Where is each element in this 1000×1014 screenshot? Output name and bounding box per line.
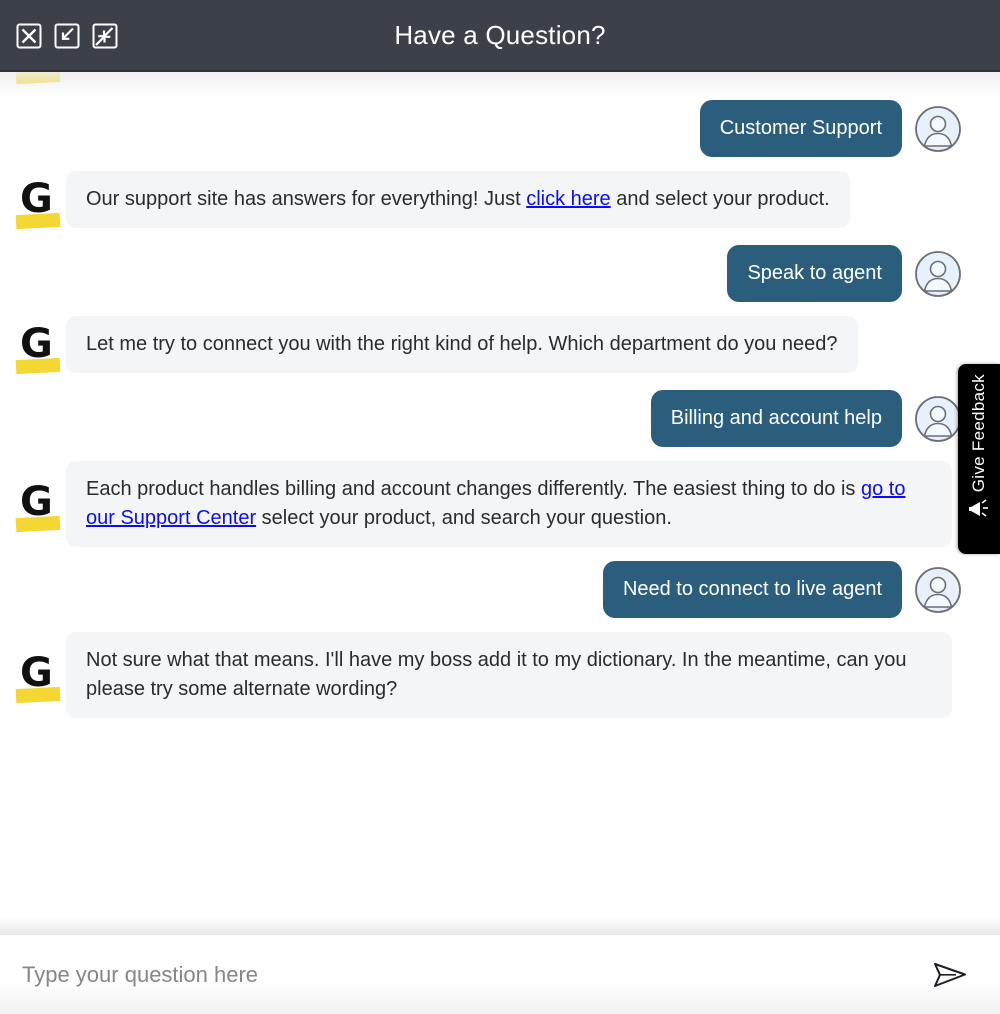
user-message-row: Need to connect to live agent (0, 561, 968, 618)
message-text: Our support site has answers for everyth… (86, 188, 526, 210)
bot-message-bubble: Not sure what that means. I'll have my b… (66, 632, 952, 718)
bot-message-row: G Each product handles billing and accoun… (0, 461, 968, 547)
bot-message-row: G Not sure what that means. I'll have my … (0, 632, 968, 718)
bot-message-bubble: Let me try to connect you with the right… (66, 316, 858, 373)
bot-avatar-letter: G (20, 324, 53, 364)
close-icon (16, 23, 42, 49)
bot-message-row: G Our support site has answers for everyt… (0, 171, 968, 231)
message-text: Customer Support (720, 117, 882, 139)
bot-avatar: G (0, 72, 66, 86)
message-text: Billing and account help (671, 407, 882, 429)
chat-header: Have a Question? (0, 0, 1000, 72)
chat-window: Have a Question? G Customer Support G Our s… (0, 0, 1000, 1014)
give-feedback-tab[interactable]: Give Feedback (958, 364, 1000, 554)
chat-title: Have a Question? (0, 20, 1000, 51)
user-message-bubble: Billing and account help (651, 390, 902, 447)
send-button[interactable] (922, 947, 978, 1003)
window-controls (14, 0, 120, 72)
person-avatar-icon (914, 250, 962, 298)
bot-message-bubble: Each product handles billing and account… (66, 461, 952, 547)
bot-message-bubble: Our support site has answers for everyth… (66, 171, 850, 228)
person-avatar-icon (914, 566, 962, 614)
user-avatar (908, 566, 968, 614)
give-feedback-label: Give Feedback (969, 374, 989, 492)
user-message-bubble: Speak to agent (727, 245, 902, 302)
user-message-row: Speak to agent (0, 245, 968, 302)
minimize-button[interactable] (52, 21, 82, 51)
bot-avatar: G (0, 316, 66, 376)
bot-avatar: G (0, 171, 66, 231)
message-text: Speak to agent (747, 262, 882, 284)
message-text: Need to connect to live agent (623, 578, 882, 600)
bot-avatar-letter: G (20, 653, 53, 693)
message-link[interactable]: click here (526, 188, 610, 210)
person-avatar-icon (914, 395, 962, 443)
message-text: Not sure what that means. I'll have my b… (86, 649, 907, 700)
bot-avatar: G (0, 474, 66, 534)
bot-avatar: G (0, 645, 66, 705)
user-message-row: Customer Support (0, 100, 968, 157)
minimize-icon (54, 23, 80, 49)
close-button[interactable] (14, 21, 44, 51)
message-text: Each product handles billing and account… (86, 478, 861, 500)
message-list[interactable]: G Customer Support G Our support site has a… (0, 72, 1000, 934)
user-message-row: Billing and account help (0, 390, 968, 447)
user-avatar (908, 250, 968, 298)
message-text: select your product, and search your que… (256, 507, 672, 529)
user-message-bubble: Customer Support (700, 100, 902, 157)
bot-avatar-letter: G (20, 179, 53, 219)
person-avatar-icon (914, 105, 962, 153)
restore-button[interactable] (90, 21, 120, 51)
message-text: and select your product. (611, 188, 830, 210)
megaphone-icon (967, 498, 991, 520)
user-avatar (908, 105, 968, 153)
bot-avatar-letter: G (20, 72, 53, 74)
composer (0, 934, 1000, 1014)
bot-avatar-letter: G (20, 482, 53, 522)
bot-message-row: G Let me try to connect you with the righ… (0, 316, 968, 376)
user-message-bubble: Need to connect to live agent (603, 561, 902, 618)
send-paper-plane-icon (931, 958, 969, 992)
bot-message-row: G (0, 72, 968, 86)
message-input[interactable] (22, 962, 922, 988)
message-text: Let me try to connect you with the right… (86, 333, 838, 355)
restore-icon (92, 23, 118, 49)
